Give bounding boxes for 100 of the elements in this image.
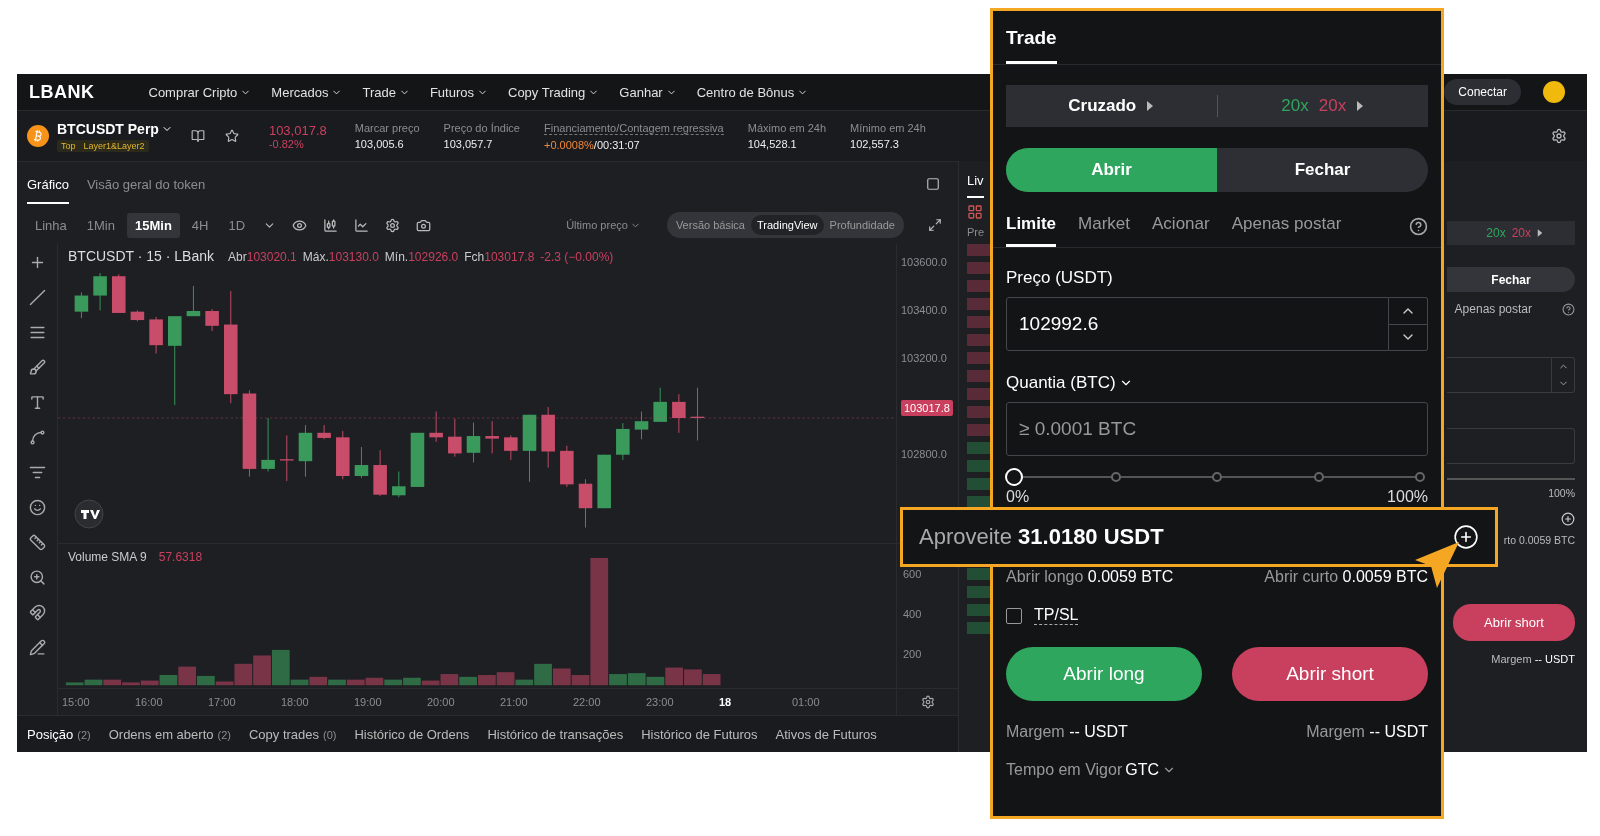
- zoom-in-icon[interactable]: [28, 569, 46, 586]
- slider-max-label: 100%: [1387, 488, 1428, 506]
- tpsl-checkbox[interactable]: [1006, 607, 1022, 624]
- avatar-icon[interactable]: [1543, 81, 1565, 103]
- price-source-dropdown[interactable]: Último preço: [560, 218, 647, 232]
- candlestick: [690, 387, 705, 441]
- nav-menu-item[interactable]: Centro de Bônus: [696, 84, 809, 100]
- price-input[interactable]: 102992.6: [1006, 297, 1389, 351]
- candlestick: [616, 422, 630, 461]
- line-chart-icon[interactable]: [354, 217, 370, 233]
- parallel-lines-icon[interactable]: [28, 324, 46, 341]
- candlestick-icon[interactable]: [323, 217, 339, 233]
- interval-button[interactable]: 1Min: [78, 212, 123, 238]
- candlestick: [504, 434, 518, 461]
- order-book-tab[interactable]: Liv: [967, 161, 984, 198]
- slider-step-dot[interactable]: [1212, 472, 1222, 482]
- slider-thumb[interactable]: [1005, 468, 1023, 486]
- magnet-icon[interactable]: [28, 604, 46, 621]
- quantity-input[interactable]: ≥ 0.0001 BTC: [1006, 402, 1428, 456]
- candlestick: [410, 432, 425, 488]
- orders-tab[interactable]: Histórico de transações: [487, 726, 624, 742]
- indicator-eye-icon[interactable]: [292, 217, 308, 233]
- camera-icon[interactable]: [416, 217, 432, 233]
- volume-axis-label: 600: [903, 568, 922, 580]
- chart-legend-title: BTCUSDT · 15 · LBank: [68, 248, 214, 264]
- nav-menu-item[interactable]: Copy Trading: [508, 84, 600, 100]
- close-tab[interactable]: Fechar: [1447, 267, 1575, 292]
- window-icon[interactable]: [926, 177, 940, 191]
- order-type-tab[interactable]: Apenas postar: [1454, 302, 1532, 316]
- star-icon[interactable]: [224, 129, 239, 143]
- add-circle-icon[interactable]: [1561, 512, 1575, 526]
- layout-icon[interactable]: [967, 204, 983, 220]
- orders-tab[interactable]: Posição (2): [27, 726, 91, 742]
- action-tab[interactable]: Fechar: [1217, 148, 1428, 192]
- order-button[interactable]: Abrir short: [1232, 647, 1428, 701]
- interval-button[interactable]: 15Min: [127, 212, 180, 238]
- time-in-force-dropdown[interactable]: Tempo em Vigor GTC: [1006, 761, 1176, 779]
- stat-label: Financiamento/Contagem regressiva: [544, 121, 724, 135]
- settings-icon[interactable]: [385, 217, 401, 233]
- order-type-tab[interactable]: Market: [1078, 206, 1131, 247]
- settings-icon[interactable]: [920, 695, 935, 709]
- interval-button[interactable]: 1D: [220, 212, 254, 238]
- orders-tab[interactable]: Ativos de Futuros: [775, 726, 877, 742]
- quantity-input[interactable]: [1447, 428, 1575, 464]
- bitcoin-icon: [27, 125, 49, 147]
- time-axis-label: 23:00: [646, 696, 675, 708]
- slider-step-dot[interactable]: [1110, 472, 1121, 482]
- line-tool-icon[interactable]: [28, 289, 46, 306]
- orders-tab[interactable]: Ordens em aberto (2): [108, 726, 231, 742]
- quantity-unit-dropdown[interactable]: Quantia (BTC): [1006, 373, 1133, 393]
- brush-icon[interactable]: [28, 359, 46, 376]
- orders-tab[interactable]: Copy trades (0): [248, 726, 337, 742]
- nav-menu-item[interactable]: Trade: [362, 84, 410, 100]
- smiley-icon[interactable]: [28, 499, 46, 516]
- view-option[interactable]: Versão básica: [669, 215, 751, 235]
- ruler-icon[interactable]: [28, 534, 46, 551]
- view-option[interactable]: TradingView: [751, 215, 824, 235]
- order-type-tab[interactable]: Limite: [1006, 206, 1057, 247]
- tpsl-label: TP/SL: [1034, 606, 1079, 625]
- slider-step-dot[interactable]: [1415, 472, 1425, 482]
- connect-button[interactable]: Conectar: [1444, 79, 1521, 105]
- nav-menu-item[interactable]: Comprar Cripto: [148, 84, 252, 100]
- open-short-button[interactable]: Abrir short: [1453, 604, 1575, 641]
- help-icon[interactable]: [1562, 302, 1575, 316]
- orders-tab[interactable]: Histórico de Futuros: [641, 726, 758, 742]
- price-input[interactable]: [1447, 357, 1575, 393]
- logo: LBANK: [29, 81, 95, 103]
- slider-step-dot[interactable]: [1313, 472, 1324, 482]
- candlestick: [186, 285, 201, 317]
- interval-button[interactable]: Linha: [27, 212, 75, 238]
- help-icon[interactable]: [1409, 217, 1428, 236]
- symbol-selector[interactable]: BTCUSDT Perp: [57, 120, 173, 137]
- interval-button[interactable]: 4H: [183, 212, 217, 238]
- leverage-button[interactable]: 20x 20x: [1216, 95, 1428, 117]
- settings-icon[interactable]: [1551, 128, 1567, 144]
- book-icon[interactable]: [190, 129, 205, 143]
- candlestick: [448, 418, 462, 458]
- pattern-tool-icon[interactable]: [28, 429, 46, 446]
- order-type-tab[interactable]: Acionar: [1152, 206, 1210, 247]
- candlestick: [373, 449, 387, 497]
- date-axis-label: 18: [719, 696, 733, 708]
- text-tool-icon[interactable]: [28, 394, 46, 411]
- chart-tab[interactable]: Visão geral do token: [86, 164, 206, 204]
- orders-tab[interactable]: Histórico de Ordens: [354, 726, 470, 742]
- nav-menu-item[interactable]: Mercados: [271, 84, 343, 100]
- leverage-bar[interactable]: 20x 20x: [1447, 221, 1575, 245]
- margin-mode-button[interactable]: Cruzado: [1006, 95, 1217, 117]
- chart-tab[interactable]: Gráfico: [27, 164, 69, 204]
- price-axis-label: 103200.0: [901, 352, 947, 364]
- nav-menu-item[interactable]: Ganhar: [619, 84, 677, 100]
- ohlc-value: Abr103020.1: [228, 250, 297, 264]
- available-balance-text: Aproveite 31.0180 USDT: [919, 524, 1164, 550]
- view-option[interactable]: Profundidade: [823, 215, 901, 235]
- candlestick: [336, 430, 350, 480]
- nav-menu-item[interactable]: Futuros: [429, 84, 488, 100]
- stat-label: Máximo em 24h: [747, 122, 826, 134]
- fullscreen-icon[interactable]: [928, 218, 942, 232]
- levels-tool-icon[interactable]: [28, 464, 46, 481]
- order-type-tab[interactable]: Apenas postar: [1231, 206, 1342, 247]
- volume-bar: [478, 675, 496, 686]
